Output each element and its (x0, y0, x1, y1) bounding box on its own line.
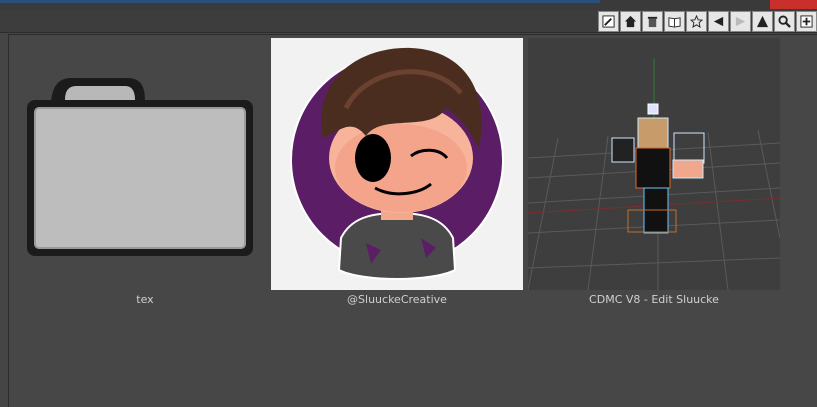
item-label: tex (136, 293, 154, 306)
title-bar-edge (0, 0, 600, 3)
item-label: CDMC V8 - Edit Sluucke (589, 293, 719, 306)
window-top-strip (0, 0, 817, 10)
close-button-edge[interactable] (770, 0, 817, 9)
home-icon[interactable] (620, 11, 641, 32)
grid-item-avatar[interactable]: @SluuckeCreative (271, 38, 523, 306)
grid-item-folder[interactable]: tex (19, 38, 271, 306)
zoom-icon[interactable] (774, 11, 795, 32)
add-icon[interactable] (796, 11, 817, 32)
star-icon[interactable] (686, 11, 707, 32)
toolbar (0, 10, 817, 33)
forward-icon[interactable] (730, 11, 751, 32)
pencil-icon[interactable] (598, 11, 619, 32)
content-browser: tex @SluuckeCreative CDMC V8 - Edit Sluu… (8, 34, 817, 407)
toolbar-icon-group (598, 11, 817, 32)
folder-icon (19, 38, 271, 290)
model-thumbnail (528, 38, 780, 290)
book-icon[interactable] (664, 11, 685, 32)
item-label: @SluuckeCreative (347, 293, 447, 306)
back-icon[interactable] (708, 11, 729, 32)
grid-item-model[interactable]: CDMC V8 - Edit Sluucke (528, 38, 780, 306)
avatar-thumbnail (271, 38, 523, 290)
trash-icon[interactable] (642, 11, 663, 32)
up-icon[interactable] (752, 11, 773, 32)
